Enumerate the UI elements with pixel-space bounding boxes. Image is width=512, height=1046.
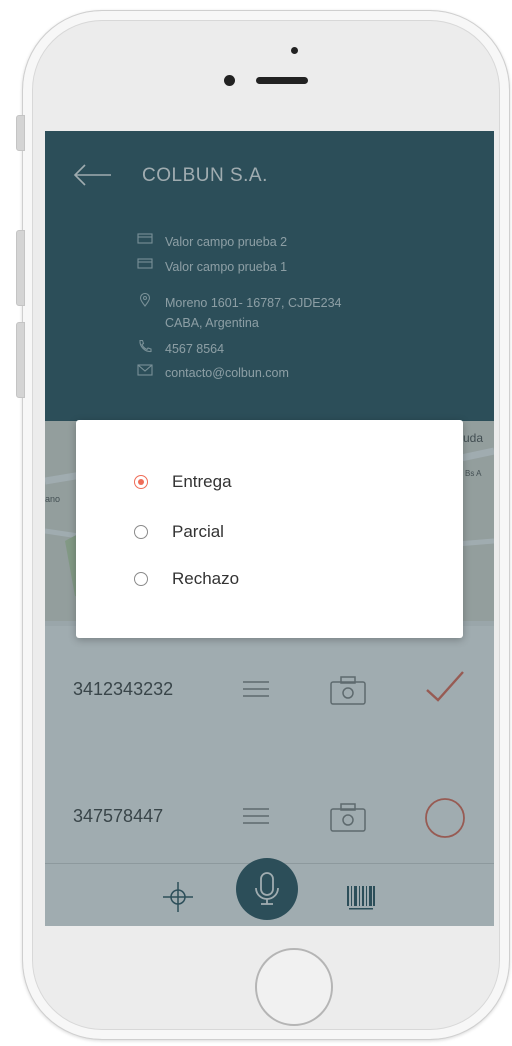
earpiece-speaker: [256, 77, 308, 84]
option-label: Rechazo: [172, 569, 240, 588]
delivery-status-dialog: Entrega Parcial Rechazo: [76, 420, 463, 638]
option-parcial[interactable]: Parcial: [134, 522, 224, 542]
mute-switch: [16, 115, 25, 151]
home-button[interactable]: [255, 948, 333, 1026]
radio-button[interactable]: [134, 572, 148, 586]
radio-button[interactable]: [134, 525, 148, 539]
volume-down-button: [16, 322, 25, 398]
radio-button-selected[interactable]: [134, 475, 148, 489]
option-entrega[interactable]: Entrega: [134, 472, 232, 492]
option-rechazo[interactable]: Rechazo: [134, 569, 239, 589]
volume-up-button: [16, 230, 25, 306]
front-sensor: [291, 47, 298, 54]
option-label: Parcial: [172, 522, 224, 541]
option-label: Entrega: [172, 472, 232, 491]
app-screen: COLBUN S.A. Valor campo prueba 2 Valor c…: [45, 131, 494, 926]
front-camera: [224, 75, 235, 86]
